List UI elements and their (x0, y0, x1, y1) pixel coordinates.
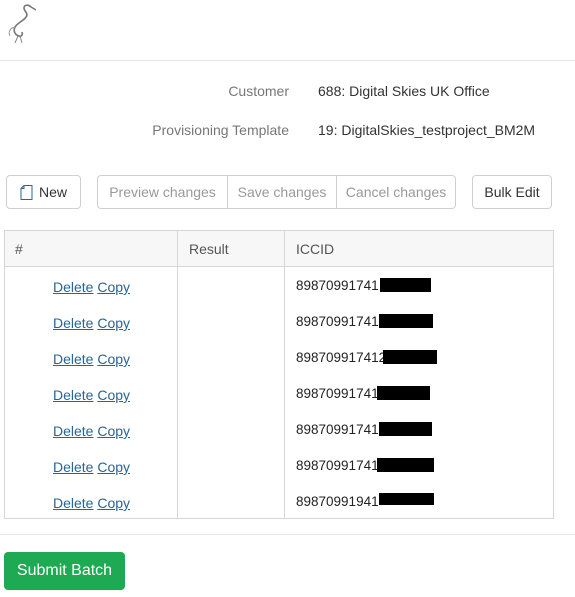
preview-changes-button[interactable]: Preview changes (98, 176, 227, 208)
header-divider (0, 60, 575, 61)
delete-link[interactable]: Delete (53, 315, 93, 331)
customer-row: Customer 688: Digital Skies UK Office (0, 83, 575, 103)
iccid-cell: 89870991741 (296, 278, 379, 293)
iccid-cell: 89870991741 (296, 314, 379, 329)
batch-table: # Result ICCID Delete Copy 89870991741 D… (4, 230, 554, 519)
new-button[interactable]: New (6, 175, 81, 209)
table-row: Delete Copy 89870991741 (5, 376, 553, 412)
customer-label: Customer (228, 83, 289, 99)
row-actions: Delete Copy (53, 315, 130, 331)
row-actions: Delete Copy (53, 351, 130, 367)
changes-button-group: Preview changes Save changes Cancel chan… (97, 175, 456, 209)
template-value: 19: DigitalSkies_testproject_BM2M (318, 122, 536, 138)
template-label: Provisioning Template (152, 122, 289, 138)
copy-link[interactable]: Copy (97, 387, 130, 403)
table-row: Delete Copy 89870991741 (5, 412, 553, 448)
table-row: Delete Copy 89870991941 (5, 484, 553, 520)
file-icon (20, 184, 33, 200)
delete-link[interactable]: Delete (53, 279, 93, 295)
redaction-bar (379, 314, 433, 328)
copy-link[interactable]: Copy (97, 423, 130, 439)
redaction-bar (377, 458, 434, 472)
copy-link[interactable]: Copy (97, 279, 130, 295)
table-header: # Result ICCID (5, 231, 553, 267)
table-row: Delete Copy 89870991741 (5, 448, 553, 484)
row-actions: Delete Copy (53, 279, 130, 295)
delete-link[interactable]: Delete (53, 423, 93, 439)
redaction-bar (383, 350, 437, 364)
save-changes-button[interactable]: Save changes (227, 176, 336, 208)
table-row: Delete Copy 898709917412 (5, 340, 553, 376)
iccid-cell: 89870991741 (296, 458, 379, 473)
iccid-cell: 898709917412 (296, 350, 387, 365)
table-row: Delete Copy 89870991741 (5, 268, 553, 304)
table-row: Delete Copy 89870991741 (5, 304, 553, 340)
redaction-bar (379, 422, 432, 436)
delete-link[interactable]: Delete (53, 459, 93, 475)
copy-link[interactable]: Copy (97, 351, 130, 367)
row-actions: Delete Copy (53, 423, 130, 439)
heron-logo-icon (4, 2, 37, 44)
bulk-edit-button[interactable]: Bulk Edit (472, 175, 552, 209)
iccid-cell: 89870991941 (296, 494, 379, 509)
template-row: Provisioning Template 19: DigitalSkies_t… (0, 122, 575, 142)
header-hash: # (15, 241, 23, 257)
cancel-changes-button[interactable]: Cancel changes (336, 176, 455, 208)
redaction-bar (380, 278, 431, 292)
new-button-label: New (38, 184, 67, 200)
copy-link[interactable]: Copy (97, 459, 130, 475)
row-actions: Delete Copy (53, 495, 130, 511)
delete-link[interactable]: Delete (53, 495, 93, 511)
redaction-bar (377, 386, 430, 400)
delete-link[interactable]: Delete (53, 387, 93, 403)
delete-link[interactable]: Delete (53, 351, 93, 367)
redaction-bar (379, 493, 434, 505)
footer-divider (0, 534, 575, 535)
customer-value: 688: Digital Skies UK Office (318, 83, 490, 99)
row-actions: Delete Copy (53, 387, 130, 403)
header-iccid: ICCID (296, 241, 335, 257)
header-result: Result (189, 241, 229, 257)
copy-link[interactable]: Copy (97, 495, 130, 511)
iccid-cell: 89870991741 (296, 422, 379, 437)
row-actions: Delete Copy (53, 459, 130, 475)
copy-link[interactable]: Copy (97, 315, 130, 331)
iccid-cell: 89870991741 (296, 386, 379, 401)
submit-batch-button[interactable]: Submit Batch (4, 552, 125, 590)
